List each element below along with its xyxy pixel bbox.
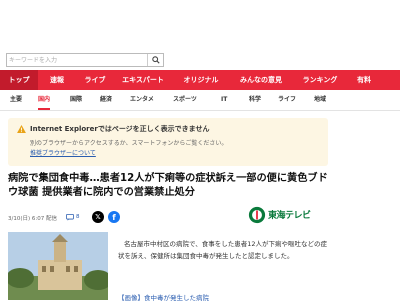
publish-date: 3/10(日) 6:07 配信 bbox=[8, 216, 57, 222]
nav-item-top[interactable]: トップ bbox=[0, 70, 38, 90]
category-tab-domestic[interactable]: 国内 bbox=[38, 90, 51, 110]
category-tab-economy[interactable]: 経済 bbox=[100, 90, 112, 110]
category-tab-life[interactable]: ライフ bbox=[278, 90, 296, 110]
x-share-icon[interactable]: 𝕏 bbox=[92, 211, 104, 223]
article-photo[interactable] bbox=[8, 232, 108, 300]
nav-item-opinions[interactable]: みんなの意見 bbox=[230, 70, 292, 90]
search-button[interactable] bbox=[147, 54, 163, 66]
search-input[interactable] bbox=[9, 54, 145, 66]
category-tab-entertainment[interactable]: エンタメ bbox=[130, 90, 154, 110]
notice-title: Internet Explorerではページを正しく表示できません bbox=[30, 125, 210, 133]
main-nav: トップ 速報 ライブ エキスパート オリジナル みんなの意見 ランキング 有料 bbox=[0, 70, 400, 90]
category-tab-science[interactable]: 科学 bbox=[249, 90, 261, 110]
nav-item-live[interactable]: ライブ bbox=[76, 70, 114, 90]
comment-icon[interactable] bbox=[66, 214, 74, 221]
category-nav: 主要 国内 国際 経済 エンタメ スポーツ IT 科学 ライフ 地域 bbox=[0, 90, 400, 111]
search-box bbox=[6, 53, 164, 67]
nav-item-breaking[interactable]: 速報 bbox=[38, 70, 76, 90]
category-tab-international[interactable]: 国際 bbox=[70, 90, 82, 110]
search-bar bbox=[0, 0, 400, 70]
notice-body: 別のブラウザーからアクセスするか、スマートフォンからご覧ください。 bbox=[30, 140, 228, 147]
browser-notice: Internet Explorerではページを正しく表示できません 別のブラウザ… bbox=[8, 118, 328, 166]
category-tab-it[interactable]: IT bbox=[221, 90, 227, 110]
category-tab-local[interactable]: 地域 bbox=[314, 90, 326, 110]
nav-item-ranking[interactable]: ランキング bbox=[292, 70, 348, 90]
article-body: 名古屋市中村区の病院で、食事をした患者12人が下痢や嘔吐などの症状を訴え、保健所… bbox=[118, 240, 328, 260]
nav-item-original[interactable]: オリジナル bbox=[172, 70, 230, 90]
recommended-browsers-link[interactable]: 推奨ブラウザーについて bbox=[30, 148, 96, 157]
magnifier-icon bbox=[151, 56, 160, 64]
category-tab-sports[interactable]: スポーツ bbox=[173, 90, 197, 110]
nav-item-paid[interactable]: 有料 bbox=[348, 70, 380, 90]
comment-count[interactable]: 8 bbox=[76, 214, 80, 220]
publisher-name[interactable]: 東海テレビ bbox=[268, 208, 311, 221]
article-image-link[interactable]: 【画像】食中毒が発生した病院 bbox=[118, 292, 330, 302]
building-photo bbox=[8, 232, 108, 300]
nav-item-expert[interactable]: エキスパート bbox=[114, 70, 172, 90]
article-headline: 病院で集団食中毒…患者12人が下痢等の症状訴え一部の便に黄色ブドウ球菌 提供業者… bbox=[8, 173, 328, 198]
publisher-logo-icon bbox=[248, 206, 266, 224]
warning-icon bbox=[17, 125, 26, 133]
category-tab-main[interactable]: 主要 bbox=[10, 90, 22, 110]
facebook-share-icon[interactable]: f bbox=[108, 211, 120, 223]
